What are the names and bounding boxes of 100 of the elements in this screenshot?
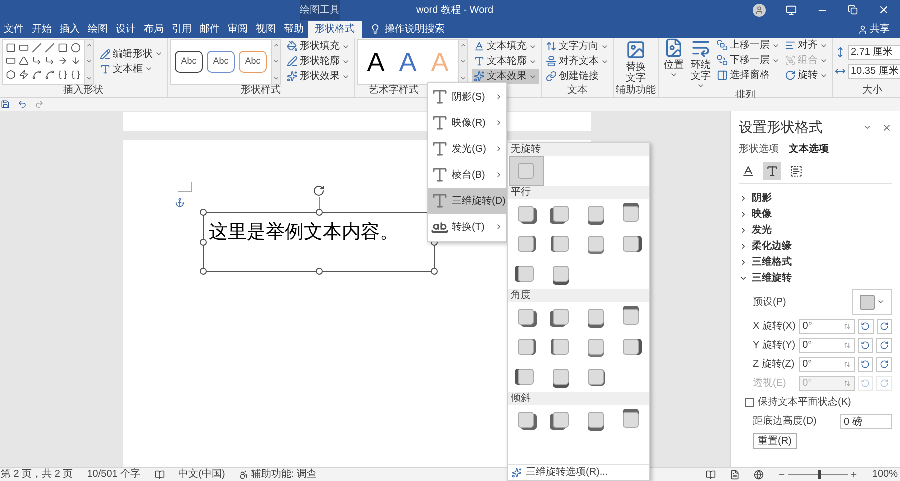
circle-icon[interactable]	[71, 42, 81, 52]
rectangle-icon[interactable]	[6, 56, 16, 66]
rotate-left-button[interactable]	[858, 338, 874, 353]
ribbon-button[interactable]: 文本轮廓	[472, 54, 539, 69]
accessibility-status[interactable]: 辅助功能: 调查	[251, 467, 317, 481]
scroll-down-icon[interactable]	[272, 58, 280, 65]
line-icon[interactable]	[32, 42, 42, 52]
hexagon-icon[interactable]	[6, 70, 16, 80]
gallery-scroll-bar[interactable]	[458, 40, 467, 84]
rotation-options-link[interactable]: 三维旋转选项(R)...	[508, 464, 649, 480]
connector-icon[interactable]	[32, 56, 42, 66]
spin-field[interactable]: 0°	[798, 357, 855, 372]
resize-handle[interactable]	[431, 268, 438, 275]
rotate-right-button[interactable]	[876, 319, 892, 334]
avatar-icon[interactable]	[753, 4, 766, 16]
scroll-up-icon[interactable]	[86, 42, 92, 48]
arrow-icon[interactable]	[58, 56, 68, 66]
ribbon-button[interactable]: 上移一层	[715, 38, 782, 53]
section-header[interactable]: 发光	[739, 222, 892, 238]
menu-item[interactable]: 棱台(B)	[428, 162, 506, 188]
arrow-icon[interactable]	[71, 56, 81, 66]
pane-tab[interactable]: 文本选项	[789, 142, 829, 157]
ribbon-tab[interactable]: 插入	[56, 21, 84, 38]
ribbon-button[interactable]: 文本框	[98, 62, 165, 76]
tell-me-search[interactable]: 操作说明搜索	[370, 21, 445, 38]
triangle-icon[interactable]	[19, 56, 29, 66]
ribbon-large-button[interactable]: 替换文字	[623, 40, 649, 84]
save-icon[interactable]	[1, 100, 10, 109]
close-icon[interactable]	[878, 4, 890, 16]
spin-icon[interactable]	[844, 323, 851, 330]
section-header[interactable]: 阴影	[739, 190, 892, 206]
close-icon[interactable]	[882, 122, 892, 132]
ribbon-display-icon[interactable]	[786, 4, 797, 16]
size-field[interactable]: 10.35 厘米	[848, 64, 900, 78]
ribbon-large-button[interactable]: 环绕文字	[688, 38, 714, 90]
rotate-right-button[interactable]	[876, 338, 892, 353]
line-icon[interactable]	[45, 42, 55, 52]
section-header[interactable]: 三维格式	[739, 254, 892, 270]
resize-handle[interactable]	[316, 209, 323, 216]
print-layout-icon[interactable]	[730, 470, 740, 480]
section-header[interactable]: 柔化边缘	[739, 238, 892, 254]
read-mode-icon[interactable]	[706, 470, 716, 480]
resize-handle[interactable]	[316, 268, 323, 275]
page-count[interactable]: 第 2 页，共 2 页	[1, 467, 74, 481]
word-count[interactable]: 10/501 个字	[87, 467, 141, 481]
ribbon-button[interactable]: 文本填充	[472, 39, 539, 54]
ribbon-button[interactable]: 对齐文本	[544, 54, 611, 69]
ribbon-button[interactable]: 下移一层	[715, 53, 782, 68]
undo-icon[interactable]	[18, 100, 27, 109]
ribbon-tab[interactable]: 绘图	[84, 21, 112, 38]
more-icon[interactable]	[86, 74, 92, 82]
gallery-scroll-bar[interactable]	[271, 40, 280, 84]
shape-style-sample[interactable]: Abc	[175, 50, 203, 72]
shape-style-sample[interactable]: Abc	[207, 50, 235, 72]
ribbon-button[interactable]: 形状效果	[285, 69, 352, 84]
restore-icon[interactable]	[848, 5, 858, 15]
spin-field[interactable]: 0°	[798, 338, 855, 353]
share-button[interactable]: 共享	[858, 21, 890, 38]
size-field[interactable]: 2.71 厘米	[848, 44, 900, 60]
scroll-down-icon[interactable]	[86, 58, 92, 65]
pane-icon-tab[interactable]	[763, 162, 781, 180]
lightning-icon[interactable]	[19, 70, 29, 80]
web-layout-icon[interactable]	[754, 470, 764, 480]
spin-icon[interactable]	[844, 342, 851, 349]
ribbon-button[interactable]: 选择窗格	[715, 68, 782, 83]
square-icon[interactable]	[6, 42, 16, 52]
ribbon-tab[interactable]: 帮助	[280, 21, 308, 38]
zoom-level[interactable]: 100%	[872, 467, 898, 481]
section-header[interactable]: 映像	[739, 206, 892, 222]
ribbon-button[interactable]: 旋转	[783, 68, 830, 83]
ribbon-tab[interactable]: 形状格式	[308, 21, 362, 38]
shape-style-sample[interactable]: Abc	[239, 50, 267, 72]
curve-icon[interactable]	[45, 70, 55, 80]
language[interactable]: 中文(中国)	[178, 467, 226, 481]
rotate-right-button[interactable]	[876, 357, 892, 372]
rotate-left-button[interactable]	[858, 357, 874, 372]
curve-icon[interactable]	[32, 70, 42, 80]
connector-icon[interactable]	[45, 56, 55, 66]
wordart-sample[interactable]: A	[362, 44, 390, 78]
reset-button[interactable]: 重置(R)	[753, 433, 797, 449]
more-icon[interactable]	[460, 74, 466, 82]
ribbon-button[interactable]: 文本效果	[472, 69, 539, 84]
ribbon-button[interactable]: 创建链接	[544, 69, 611, 84]
pane-menu-icon[interactable]	[863, 123, 872, 132]
section-header[interactable]: 三维旋转	[739, 270, 892, 286]
brace-icon[interactable]	[58, 70, 68, 80]
ribbon-tab[interactable]: 文件	[0, 21, 28, 38]
ribbon-tab[interactable]: 布局	[140, 21, 168, 38]
menu-item[interactable]: 阴影(S)	[428, 84, 506, 110]
ribbon-tab[interactable]: 引用	[168, 21, 196, 38]
pane-tab[interactable]: 形状选项	[739, 142, 779, 157]
wordart-sample[interactable]: A	[394, 44, 422, 78]
brace-icon[interactable]	[71, 70, 81, 80]
ribbon-button[interactable]: 对齐	[783, 38, 830, 53]
resize-handle[interactable]	[200, 209, 207, 216]
scroll-up-icon[interactable]	[460, 42, 466, 48]
square-icon[interactable]	[58, 42, 68, 52]
spin-field[interactable]: 0°	[798, 319, 855, 334]
ribbon-tab[interactable]: 开始	[28, 21, 56, 38]
ribbon-button[interactable]: 编辑形状	[98, 46, 165, 62]
